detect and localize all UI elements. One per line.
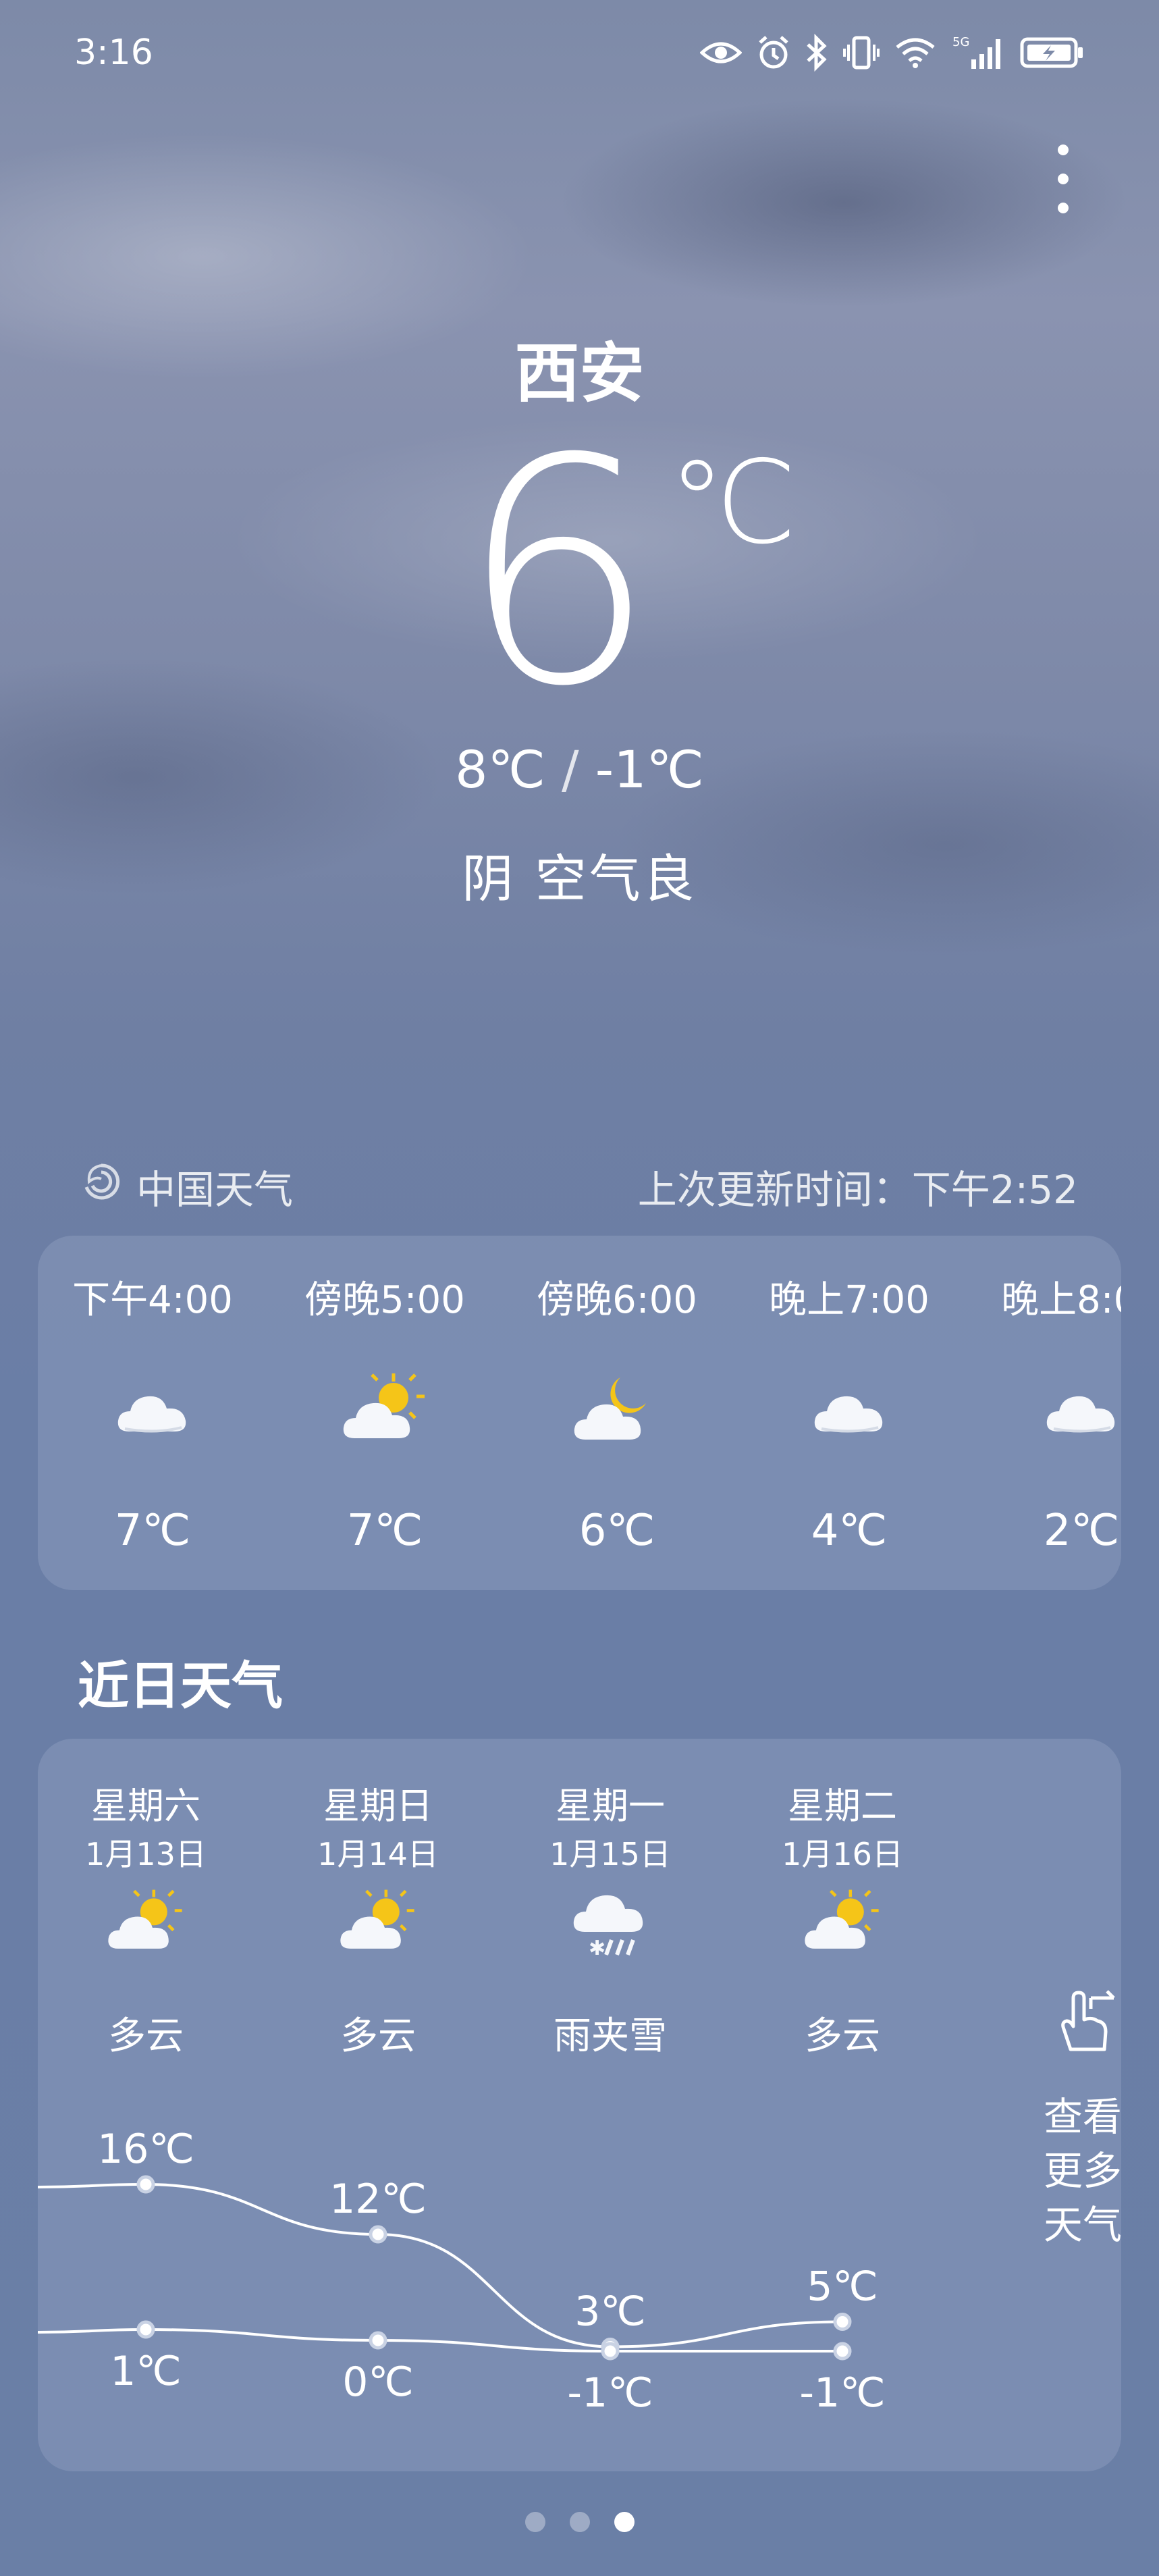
low-temp-label: -1℃ xyxy=(567,2369,653,2417)
low-temp-point xyxy=(369,2331,387,2350)
air-quality[interactable]: 空气良 xyxy=(535,849,697,909)
high-temp-label: 16℃ xyxy=(97,2126,194,2173)
current-temperature: 6 xyxy=(459,393,657,754)
more-options-button[interactable] xyxy=(1040,135,1087,223)
cloudy-icon xyxy=(115,1384,190,1441)
hour-time: 晚上7:00 xyxy=(769,1278,929,1322)
high-temp-point xyxy=(369,2225,387,2244)
bluetooth-icon xyxy=(805,34,828,72)
status-bar: 3:16 5G xyxy=(0,0,1159,108)
low-temp-point xyxy=(833,2342,852,2361)
alarm-icon xyxy=(757,34,790,71)
more-vertical-icon xyxy=(1058,144,1069,213)
page-indicator xyxy=(0,2512,1159,2532)
low-temp-label: 0℃ xyxy=(342,2359,414,2406)
china-weather-logo-icon xyxy=(81,1161,122,1211)
high-low-separator: / xyxy=(561,739,579,799)
low-temp-point xyxy=(601,2342,620,2361)
hour-temp: 7℃ xyxy=(114,1506,191,1556)
low-temp: -1℃ xyxy=(595,739,704,799)
hour-temp: 2℃ xyxy=(1043,1506,1120,1556)
low-temp-point xyxy=(136,2320,155,2339)
page-dot-active[interactable] xyxy=(614,2512,635,2532)
partly-sunny-icon xyxy=(341,1371,429,1448)
high-temp-label: 12℃ xyxy=(329,2176,427,2223)
signal-5g-icon: 5G xyxy=(951,34,1005,72)
partly-moon-icon xyxy=(573,1371,661,1448)
high-temp-line xyxy=(38,2182,843,2348)
source-name: 中国天气 xyxy=(136,1167,294,1213)
last-updated: 上次更新时间：下午2:52 xyxy=(637,1167,1078,1213)
cloudy-icon xyxy=(812,1384,886,1441)
vibrate-icon xyxy=(843,34,880,72)
temperature-unit: ℃ xyxy=(668,436,797,570)
battery-charging-icon xyxy=(1020,36,1085,70)
status-time: 3:16 xyxy=(74,32,153,73)
high-temp: 8℃ xyxy=(455,739,545,799)
hour-time: 下午4:00 xyxy=(72,1278,233,1322)
cloudy-icon xyxy=(1044,1384,1118,1441)
high-temp-point xyxy=(833,2313,852,2331)
condition-line: 阴 空气良 xyxy=(0,837,1159,912)
high-low-temperature: 8℃ / -1℃ xyxy=(0,739,1159,799)
hour-temp: 6℃ xyxy=(578,1506,655,1556)
status-icons: 5G xyxy=(700,32,1085,73)
data-source[interactable]: 中国天气 xyxy=(81,1158,293,1215)
daily-forecast-card[interactable]: 星期六 1月13日 多云 星期日 1月14日 多云 星期一 1月15日 ✱ 雨夹… xyxy=(38,1739,1121,2471)
weather-condition: 阴 xyxy=(462,849,516,909)
page-dot[interactable] xyxy=(569,2512,590,2532)
low-temp-label: 1℃ xyxy=(110,2348,182,2395)
hour-time: 傍晚5:00 xyxy=(304,1278,465,1322)
hour-time: 晚上8:00 xyxy=(1001,1278,1121,1322)
page-dot[interactable] xyxy=(524,2512,545,2532)
high-temp-label: 5℃ xyxy=(807,2263,878,2311)
high-temp-point xyxy=(136,2175,155,2194)
hourly-forecast-card[interactable]: 下午4:00 7℃ 傍晚5:00 7℃ 傍晚6:00 6℃ 晚上7:00 4℃ … xyxy=(38,1236,1121,1590)
high-temp-label: 3℃ xyxy=(574,2288,646,2336)
hour-time: 傍晚6:00 xyxy=(537,1278,697,1322)
hour-temp: 7℃ xyxy=(346,1506,423,1556)
hour-temp: 4℃ xyxy=(811,1506,888,1556)
low-temp-label: -1℃ xyxy=(799,2369,885,2417)
daily-section-title: 近日天气 xyxy=(78,1656,283,1716)
wifi-icon xyxy=(894,36,936,69)
temperature-curve-chart: 16℃ 12℃ 3℃ 5℃ 1℃ 0℃ -1℃ -1℃ xyxy=(38,2126,886,2417)
eye-icon xyxy=(700,39,742,66)
svg-text:5G: 5G xyxy=(952,35,969,49)
